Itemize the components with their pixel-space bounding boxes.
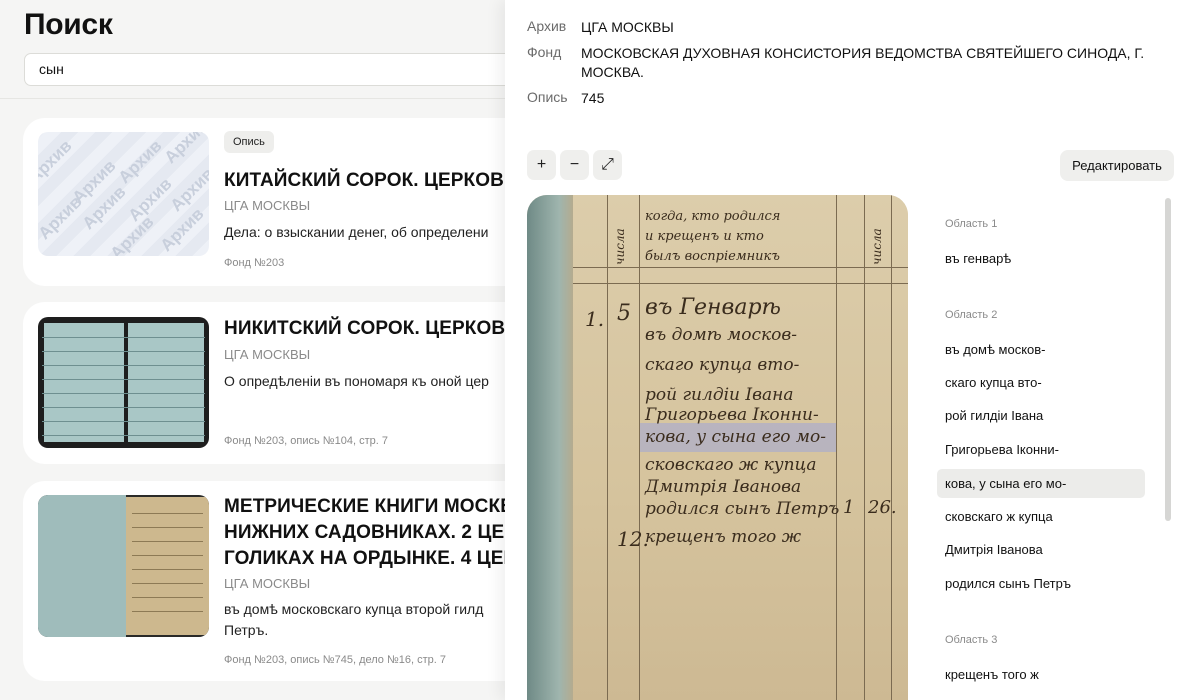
result-archive: ЦГА МОСКВЫ <box>224 576 311 591</box>
scan-text: въ Генварѣ <box>645 295 781 320</box>
archive-placeholder-thumbnail: Архив Архив Архив Архив Архив Архив Архи… <box>38 132 209 256</box>
scan-text: крещенъ того ж <box>645 527 802 547</box>
region-line[interactable]: скаго купца вто- <box>937 368 1145 397</box>
scan-text: Дмитрія Іванова <box>645 477 802 497</box>
region-label: Область 1 <box>945 218 998 230</box>
scan-text: числа <box>613 228 627 265</box>
fund-label: Фонд <box>527 44 562 60</box>
edit-button[interactable]: Редактировать <box>1060 150 1174 181</box>
scan-text: 26. <box>868 497 897 518</box>
region-line[interactable]: родился сынъ Петръ <box>937 569 1145 598</box>
result-meta: Фонд №203, опись №104, стр. 7 <box>224 435 388 447</box>
scan-text: и крещенъ и кто <box>645 229 764 244</box>
text-regions-list: Область 1 въ генварѣ Область 2 въ домѣ м… <box>937 205 1162 700</box>
result-title[interactable]: НИЖНИХ САДОВНИКАХ. 2 ЦЕР <box>224 520 517 546</box>
scan-text: 5 <box>617 301 631 326</box>
region-line[interactable]: крещенъ того ж <box>937 660 1145 689</box>
region-line[interactable]: Дмитрія Іванова <box>937 535 1145 564</box>
fullscreen-icon[interactable]: ⤢ <box>593 150 622 180</box>
region-line[interactable]: въ домѣ москов- <box>937 335 1145 364</box>
region-line[interactable]: сковскаго ж купца <box>937 502 1145 531</box>
region-line[interactable]: Григорьева Іконни- <box>937 435 1145 464</box>
archive-value: ЦГА МОСКВЫ <box>581 19 674 35</box>
result-description: въ домѣ московскаго купца второй гилд <box>224 601 484 617</box>
scan-text: 1 <box>843 497 855 518</box>
result-title[interactable]: ГОЛИКАХ НА ОРДЫНКЕ. 4 ЦЕРК <box>224 546 528 572</box>
result-archive: ЦГА МОСКВЫ <box>224 347 311 362</box>
result-archive: ЦГА МОСКВЫ <box>224 198 311 213</box>
result-title[interactable]: НИКИТСКИЙ СОРОК. ЦЕРКОВЬ <box>224 316 519 342</box>
zoom-out-button[interactable]: − <box>560 150 589 180</box>
result-meta: Фонд №203 <box>224 257 285 269</box>
inventory-value: 745 <box>581 90 605 106</box>
archive-label: Архив <box>527 18 567 34</box>
watermark-text: Архив <box>160 132 209 168</box>
region-line[interactable]: рой гилдіи Івана <box>937 401 1145 430</box>
document-panel: Архив ЦГА МОСКВЫ Фонд МОСКОВСКАЯ ДУХОВНА… <box>505 0 1200 700</box>
scan-text: кова, у сына его мо- <box>645 427 826 447</box>
inventory-label: Опись <box>527 89 568 105</box>
scan-text: рой гилдіи Івана <box>645 385 794 405</box>
scan-text: 1. <box>585 307 605 331</box>
fund-value: МОСКВА. <box>581 64 644 80</box>
fund-value: МОСКОВСКАЯ ДУХОВНАЯ КОНСИСТОРИЯ ВЕДОМСТВ… <box>581 45 1145 61</box>
ledger-thumbnail <box>38 317 209 448</box>
region-line-active[interactable]: кова, у сына его мо- <box>937 469 1145 498</box>
scan-text: въ домѣ москов- <box>645 325 798 345</box>
result-meta: Фонд №203, опись №745, дело №16, стр. 7 <box>224 654 446 666</box>
scan-text: скаго купца вто- <box>645 355 800 375</box>
region-label: Область 3 <box>945 634 998 646</box>
result-title[interactable]: КИТАЙСКИЙ СОРОК. ЦЕРКОВЬ <box>224 168 518 194</box>
scan-text: сковскаго ж купца <box>645 455 817 475</box>
scan-text: былъ воспріемникъ <box>645 249 780 264</box>
region-line[interactable]: въ генварѣ <box>937 244 1145 273</box>
scan-text: Григорьева Іконни- <box>645 405 819 425</box>
result-description: О опредѣленіи въ пономаря къ оной цер <box>224 373 489 389</box>
search-input[interactable]: сын <box>24 53 584 86</box>
scan-text: числа <box>870 228 884 265</box>
document-scan-image[interactable]: числа когда, кто родился и крещенъ и кто… <box>527 195 908 700</box>
scan-text: когда, кто родился <box>645 209 781 224</box>
regions-scrollbar[interactable] <box>1165 198 1171 521</box>
result-description: Дела: о взыскании денег, об определени <box>224 224 489 240</box>
open-book-thumbnail <box>38 495 209 637</box>
watermark-text: Архив <box>38 136 76 188</box>
result-description: Петръ. <box>224 622 269 638</box>
page-title: Поиск <box>24 8 113 41</box>
zoom-in-button[interactable]: + <box>527 150 556 180</box>
type-badge: Опись <box>224 131 274 153</box>
scan-text: родился сынъ Петръ <box>645 499 840 519</box>
result-title[interactable]: МЕТРИЧЕСКИЕ КНИГИ МОСКВА <box>224 494 527 520</box>
region-label: Область 2 <box>945 309 998 321</box>
